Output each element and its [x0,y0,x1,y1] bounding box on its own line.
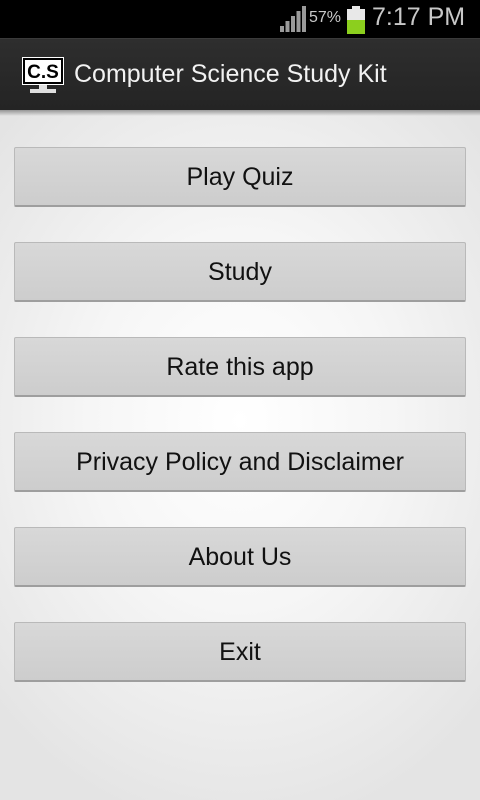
play-quiz-button[interactable]: Play Quiz [14,147,466,207]
rate-app-button[interactable]: Rate this app [14,337,466,397]
battery-icon [346,6,366,39]
signal-bars-icon [280,6,306,37]
main-content: Play Quiz Study Rate this app Privacy Po… [0,110,480,800]
privacy-policy-button[interactable]: Privacy Policy and Disclaimer [14,432,466,492]
action-bar-shadow [0,110,480,116]
computer-monitor-icon[interactable]: C.S [22,57,64,98]
action-bar: C.S Computer Science Study Kit [0,38,480,110]
exit-button[interactable]: Exit [14,622,466,682]
battery-percentage: 57% [309,9,342,26]
status-bar: 57% 7:17 PM [0,0,480,38]
clock: 7:17 PM [372,3,466,31]
app-icon-label: C.S [27,62,59,83]
about-us-button[interactable]: About Us [14,527,466,587]
app-title: Computer Science Study Kit [74,60,387,88]
study-button[interactable]: Study [14,242,466,302]
